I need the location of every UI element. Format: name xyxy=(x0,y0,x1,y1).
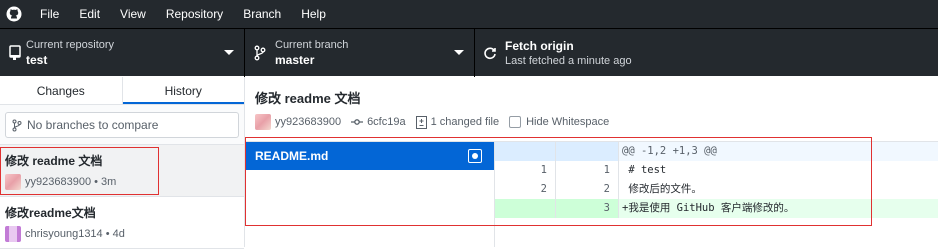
menu-edit[interactable]: Edit xyxy=(71,0,108,28)
commit-sha[interactable]: 6cfc19a xyxy=(367,116,406,128)
tab-bar: Changes History xyxy=(0,77,244,105)
menu-repository[interactable]: Repository xyxy=(158,0,231,28)
menu-help[interactable]: Help xyxy=(293,0,334,28)
compare-placeholder: No branches to compare xyxy=(27,118,159,132)
file-diff-icon xyxy=(415,115,427,129)
tab-history[interactable]: History xyxy=(122,77,244,104)
commit-meta-row: yy923683900 6cfc19a 1 changed file Hide … xyxy=(255,114,619,130)
hide-whitespace-checkbox[interactable] xyxy=(509,116,522,128)
tab-changes[interactable]: Changes xyxy=(0,77,123,104)
commit-author: chrisyoung1314 xyxy=(25,228,103,240)
commit-title: 修改readme文档 xyxy=(5,206,96,220)
compare-area: No branches to compare xyxy=(0,105,244,145)
branch-label: Current branch xyxy=(275,39,349,51)
commit-summary-title: 修改 readme 文档 xyxy=(255,91,361,106)
branch-icon xyxy=(12,119,22,132)
repo-label: Current repository xyxy=(26,39,115,51)
commit-list-item[interactable]: 修改readme文档 chrisyoung1314 • 4d xyxy=(0,197,244,249)
menu-branch[interactable]: Branch xyxy=(235,0,289,28)
menu-file[interactable]: File xyxy=(32,0,67,28)
branch-icon xyxy=(245,45,275,61)
avatar xyxy=(5,226,21,242)
github-logo-icon xyxy=(0,0,28,28)
changed-files-count: 1 changed file xyxy=(430,116,500,128)
highlight-annotation xyxy=(0,147,159,195)
chevron-down-icon xyxy=(224,50,234,55)
current-repository-button[interactable]: Current repository test xyxy=(0,29,245,77)
toolbar: Current repository test Current branch m… xyxy=(0,28,938,77)
fetch-origin-button[interactable]: Fetch origin Last fetched a minute ago xyxy=(475,29,735,77)
sync-icon xyxy=(475,46,505,60)
commit-icon xyxy=(351,118,364,126)
hide-whitespace-label: Hide Whitespace xyxy=(526,116,610,128)
branch-compare-input[interactable]: No branches to compare xyxy=(5,112,239,138)
branch-value: master xyxy=(275,53,315,67)
fetch-subtext: Last fetched a minute ago xyxy=(505,55,632,67)
current-branch-button[interactable]: Current branch master xyxy=(245,29,475,77)
hide-whitespace-toggle[interactable]: Hide Whitespace xyxy=(509,116,609,128)
repo-value: test xyxy=(26,53,48,67)
chevron-down-icon xyxy=(454,50,464,55)
commit-author: yy923683900 xyxy=(275,116,342,128)
avatar xyxy=(255,114,271,130)
highlight-annotation xyxy=(245,137,872,226)
menubar: File Edit View Repository Branch Help xyxy=(0,0,938,28)
fetch-label: Fetch origin xyxy=(505,39,574,53)
menu-view[interactable]: View xyxy=(112,0,154,28)
commit-time: 4d xyxy=(112,228,125,240)
